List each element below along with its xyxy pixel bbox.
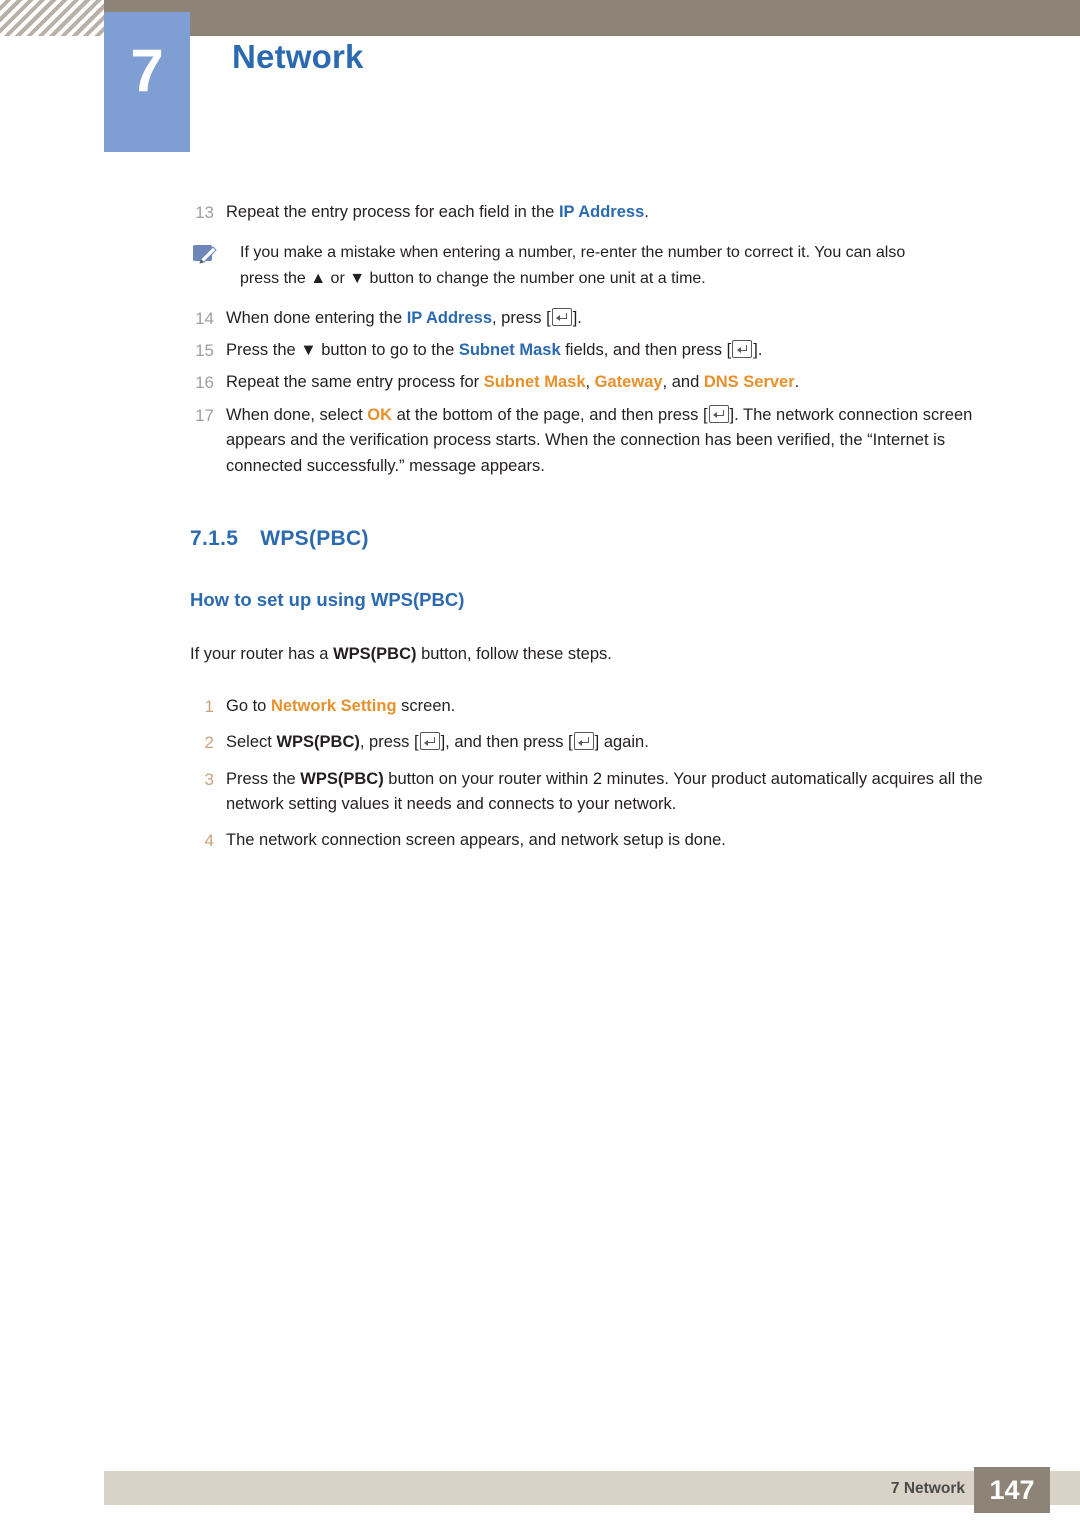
note-pencil-icon (192, 243, 218, 267)
steps-list-top: 13 Repeat the entry process for each fiel… (190, 200, 1018, 226)
section-number: 7.1.5 (190, 527, 239, 551)
step-text: Repeat the same entry process for Subnet… (226, 370, 1018, 396)
text-run: When done, select (226, 405, 368, 424)
chapter-title: Network (232, 38, 364, 75)
text-run: When done entering the (226, 308, 407, 327)
step-text: Repeat the entry process for each field … (226, 200, 1018, 226)
step-item: 15 Press the ▼ button to go to the Subnet… (190, 338, 1018, 364)
keyword-run: DNS Server (703, 373, 795, 392)
text-run: The network connection screen appears, a… (226, 830, 726, 849)
step-text: When done entering the IP Address, press… (226, 306, 1018, 332)
step-item: 1 Go to Network Setting screen. (190, 694, 1018, 720)
step-number: 3 (204, 769, 214, 789)
text-run: If your router has a (190, 645, 334, 664)
step-text: Press the WPS(PBC) button on your router… (226, 767, 1018, 818)
arrow-down-icon: ▼ (349, 269, 366, 287)
step-number: 2 (204, 733, 214, 753)
step-text: Press the ▼ button to go to the Subnet M… (226, 338, 1018, 364)
text-run: button, follow these steps. (416, 645, 612, 664)
text-run: , and (662, 373, 704, 392)
step-item: 2 Select WPS(PBC), press [ ], and then pre… (190, 730, 1018, 756)
note-line-2c: button to change the number one unit at … (365, 269, 706, 287)
text-run: , press [ (492, 308, 551, 327)
text-run: . (794, 373, 800, 392)
enter-key-icon (573, 732, 594, 751)
keyword-run: Gateway (594, 373, 663, 392)
section-heading: 7.1.5 WPS(PBC) (190, 523, 1018, 556)
keyword-run: IP Address (406, 308, 493, 327)
text-run: ] again. (594, 733, 649, 752)
note-line-2a: press the (240, 269, 311, 287)
header-hatch-decoration (0, 0, 104, 36)
text-run: , (585, 373, 595, 392)
text-run: ], and then press [ (440, 733, 573, 752)
enter-key-icon (419, 732, 440, 751)
step-number: 13 (195, 203, 214, 222)
text-run: . (644, 203, 649, 221)
step-number: 17 (195, 405, 214, 425)
note-line-2b: or (326, 269, 350, 287)
step-number: 16 (195, 373, 214, 393)
step-item: 4 The network connection screen appears, … (190, 828, 1018, 854)
step-text: Select WPS(PBC), press [ ], and then pres… (226, 730, 1018, 756)
text-run: screen. (396, 697, 456, 716)
step-item: 16 Repeat the same entry process for Subn… (190, 370, 1018, 396)
text-run: at the bottom of the page, and then pres… (392, 405, 708, 424)
keyword-run: IP Address (558, 203, 645, 221)
keyword-run: WPS(PBC) (276, 733, 360, 752)
enter-key-icon (551, 307, 572, 326)
chapter-number-badge: 7 (104, 12, 190, 152)
section-subheading: How to set up using WPS(PBC) (190, 588, 465, 610)
text-run: Press the (226, 340, 301, 359)
enter-key-icon (732, 339, 753, 358)
section-title: WPS(PBC) (260, 527, 369, 551)
step-text: Go to Network Setting screen. (226, 694, 1018, 720)
step-text: The network connection screen appears, a… (226, 828, 1018, 854)
text-run: ]. (572, 308, 582, 327)
step-item: 14 When done entering the IP Address, pre… (190, 306, 1018, 332)
enter-key-icon (708, 404, 729, 423)
section-intro-paragraph: If your router has a WPS(PBC) button, fo… (190, 642, 1018, 668)
steps-list-bottom: 1 Go to Network Setting screen. 2 Select WP… (190, 694, 1018, 854)
keyword-run: OK (367, 405, 392, 424)
text-run: , press [ (359, 733, 419, 752)
step-number: 15 (195, 340, 214, 360)
text-run: button to go to the (316, 340, 459, 359)
keyword-run: Subnet Mask (458, 340, 561, 359)
step-item: 17 When done, select OK at the bottom of … (190, 403, 1018, 480)
arrow-up-icon: ▲ (310, 269, 327, 287)
keyword-run: Subnet Mask (483, 373, 586, 392)
text-run: Repeat the same entry process for (226, 373, 484, 392)
footer-chapter-label: 7 Network (890, 1480, 965, 1497)
text-run: Select (226, 733, 277, 752)
step-number: 4 (204, 830, 214, 850)
text-run: Repeat the entry process for each field … (226, 203, 559, 221)
keyword-run: WPS(PBC) (333, 645, 417, 664)
page-content: 13 Repeat the entry process for each fiel… (190, 200, 1018, 864)
step-item: 13 Repeat the entry process for each fiel… (190, 200, 1018, 226)
text-run: Go to (226, 697, 271, 716)
keyword-run: Network Setting (270, 697, 397, 716)
step-number: 1 (204, 697, 214, 717)
note-line-1: If you make a mistake when entering a nu… (240, 244, 906, 262)
footer-page-number: 147 (974, 1467, 1050, 1513)
text-run: Press the (226, 769, 301, 788)
text-run: fields, and then press [ (560, 340, 732, 359)
step-item: 3 Press the WPS(PBC) button on your route… (190, 767, 1018, 818)
text-run: ]. (753, 340, 763, 359)
steps-list-mid: 14 When done entering the IP Address, pre… (190, 306, 1018, 480)
step-number: 14 (195, 308, 214, 328)
note-text: If you make a mistake when entering a nu… (240, 240, 1018, 291)
note-callout: If you make a mistake when entering a nu… (190, 240, 1018, 291)
text-run: ▼ (300, 340, 317, 359)
keyword-run: WPS(PBC) (300, 769, 384, 788)
step-text: When done, select OK at the bottom of th… (226, 403, 1018, 480)
